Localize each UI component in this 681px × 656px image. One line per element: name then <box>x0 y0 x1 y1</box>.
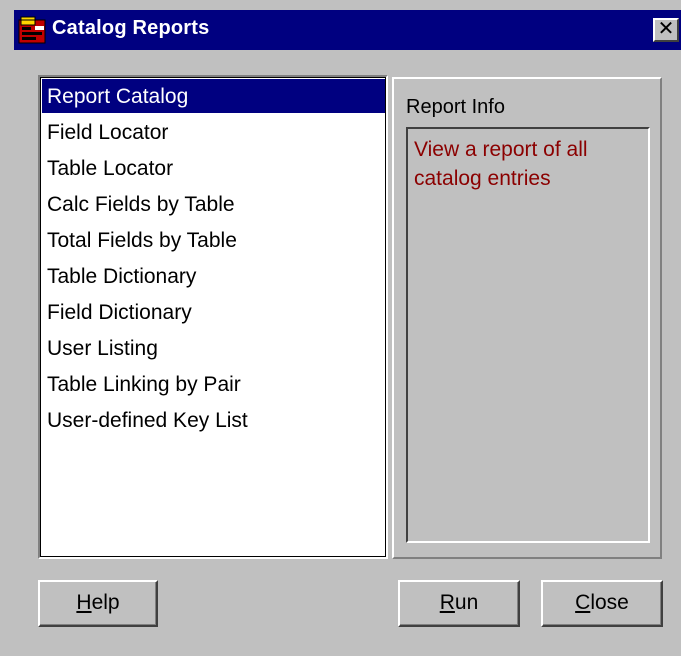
help-label-rest: elp <box>91 591 120 614</box>
list-item[interactable]: Field Locator <box>42 115 385 151</box>
report-info-text: View a report of all catalog entries <box>414 138 588 190</box>
close-label-rest: lose <box>590 591 629 614</box>
close-window-button[interactable]: ✕ <box>653 18 679 42</box>
window-title: Catalog Reports <box>52 17 210 39</box>
run-label-rest: un <box>454 591 479 614</box>
catalog-reports-dialog: Catalog Reports ✕ Report Catalog Field L… <box>0 0 681 656</box>
list-item[interactable]: User-defined Key List <box>42 403 385 439</box>
title-bar[interactable]: Catalog Reports ✕ <box>14 10 681 50</box>
help-accel: H <box>76 591 92 614</box>
list-item[interactable]: Field Dictionary <box>42 295 385 331</box>
list-item[interactable]: Total Fields by Table <box>42 223 385 259</box>
report-info-label: Report Info <box>406 96 505 118</box>
run-accel: R <box>439 591 455 614</box>
run-button[interactable]: Run <box>398 580 520 627</box>
close-button[interactable]: Close <box>541 580 663 627</box>
help-button[interactable]: Help <box>38 580 158 627</box>
report-info-box: View a report of all catalog entries <box>406 127 650 543</box>
list-item[interactable]: Calc Fields by Table <box>42 187 385 223</box>
close-icon: ✕ <box>657 18 675 40</box>
dialog-body: Report Catalog Field Locator Table Locat… <box>14 50 681 656</box>
list-item[interactable]: Table Dictionary <box>42 259 385 295</box>
app-icon <box>18 16 46 44</box>
report-info-panel: Report Info View a report of all catalog… <box>392 77 662 559</box>
list-item[interactable]: User Listing <box>42 331 385 367</box>
close-accel: C <box>575 591 591 614</box>
list-item[interactable]: Report Catalog <box>42 79 385 115</box>
list-item[interactable]: Table Linking by Pair <box>42 367 385 403</box>
list-item[interactable]: Table Locator <box>42 151 385 187</box>
report-list[interactable]: Report Catalog Field Locator Table Locat… <box>38 75 388 559</box>
